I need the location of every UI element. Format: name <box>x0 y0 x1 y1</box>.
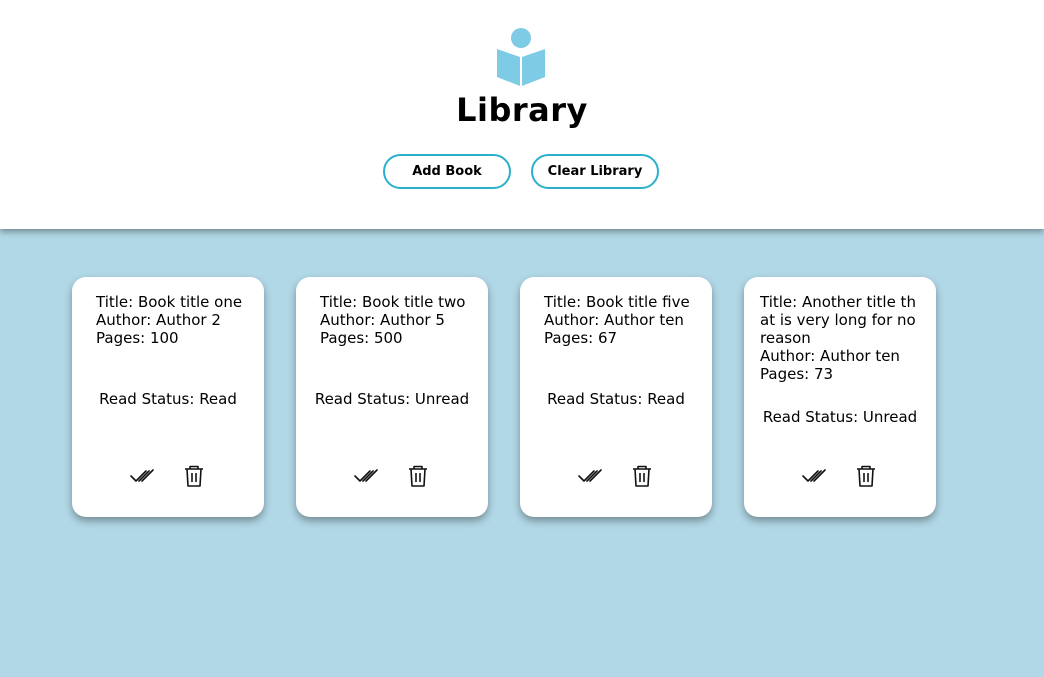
double-check-icon[interactable] <box>802 464 826 488</box>
book-title: Title: Book title five <box>544 293 690 311</box>
book-author: Author: Author 5 <box>320 311 445 329</box>
book-title: Title: Another title that is very long f… <box>760 293 916 347</box>
trash-icon[interactable] <box>630 464 654 488</box>
double-check-icon[interactable] <box>578 464 602 488</box>
book-card: Title: Book title five Author: Author te… <box>520 277 712 517</box>
book-read-status: Read Status: Unread <box>762 408 918 426</box>
double-check-icon[interactable] <box>130 464 154 488</box>
book-pages: Pages: 100 <box>96 329 179 347</box>
book-pages: Pages: 67 <box>544 329 618 347</box>
book-info: Title: Book title two Author: Author 5 P… <box>320 293 470 347</box>
trash-icon[interactable] <box>182 464 206 488</box>
book-title: Title: Book title one <box>96 293 243 311</box>
book-read-status: Read Status: Unread <box>314 390 470 408</box>
trash-icon[interactable] <box>406 464 430 488</box>
book-pages: Pages: 73 <box>760 365 834 383</box>
page-title: Library <box>456 91 588 129</box>
book-info: Title: Another title that is very long f… <box>760 293 920 383</box>
clear-library-button[interactable]: Clear Library <box>531 154 659 189</box>
book-author: Author: Author 2 <box>96 311 221 329</box>
add-book-button[interactable]: Add Book <box>383 154 511 189</box>
header: Library Add Book Clear Library <box>0 0 1044 229</box>
book-info: Title: Book title one Author: Author 2 P… <box>96 293 246 347</box>
book-author: Author: Author ten <box>544 311 684 329</box>
book-reader-icon <box>497 28 545 86</box>
book-title: Title: Book title two <box>320 293 466 311</box>
trash-icon[interactable] <box>854 464 878 488</box>
double-check-icon[interactable] <box>354 464 378 488</box>
book-card: Title: Another title that is very long f… <box>744 277 936 517</box>
book-card: Title: Book title one Author: Author 2 P… <box>72 277 264 517</box>
book-read-status: Read Status: Read <box>547 390 685 408</box>
book-info: Title: Book title five Author: Author te… <box>544 293 694 347</box>
book-card: Title: Book title two Author: Author 5 P… <box>296 277 488 517</box>
book-read-status: Read Status: Read <box>99 390 237 408</box>
book-author: Author: Author ten <box>760 347 900 365</box>
book-pages: Pages: 500 <box>320 329 403 347</box>
